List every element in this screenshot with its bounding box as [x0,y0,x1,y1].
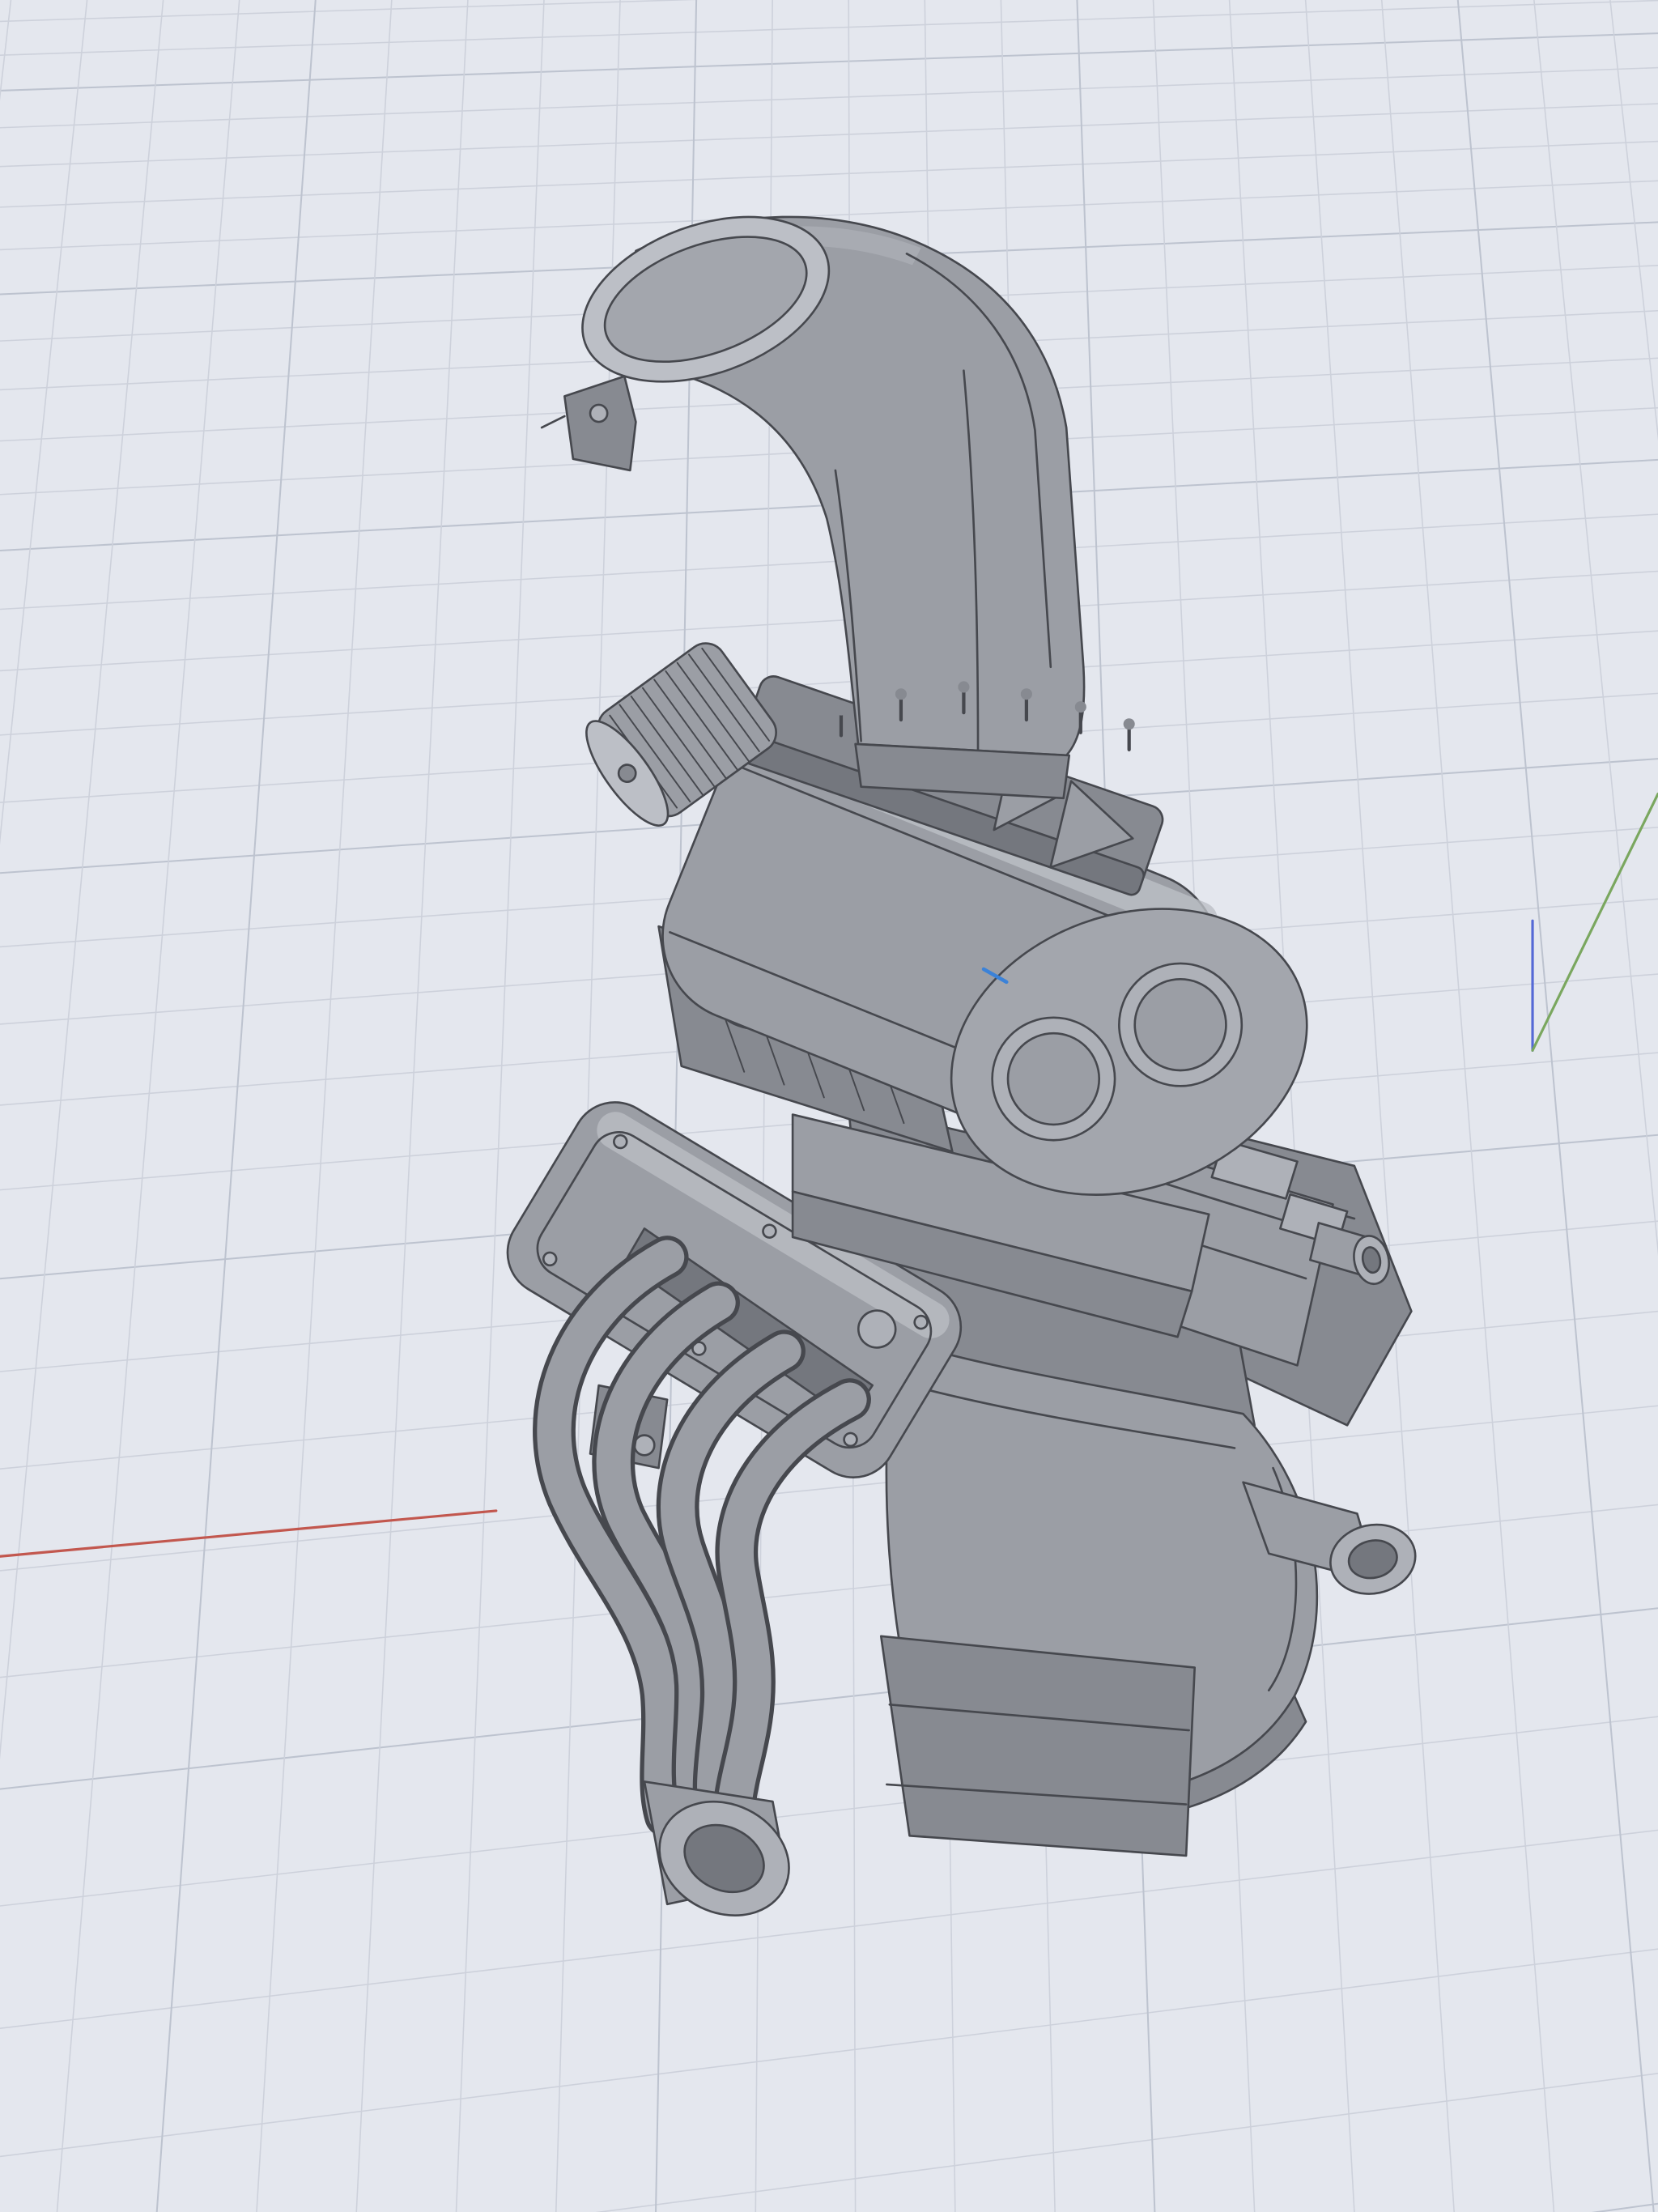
grid-line [0,0,164,2212]
oil-pan[interactable] [881,1636,1194,1856]
supercharger-port-inner [1135,979,1226,1070]
grid-line [457,0,544,2212]
grid-line [0,2204,1658,2212]
grid-line [0,1608,1658,1789]
grid-line [1306,0,1455,2212]
grid-line [1382,0,1554,2212]
grid-line [0,1,1658,56]
clamp-tail [542,416,564,428]
grid-line [0,2074,1658,2212]
scoop-clamp[interactable] [564,376,636,470]
3d-viewport[interactable] [0,0,1658,2212]
grid-line [0,0,11,2212]
grid-line [157,0,316,2212]
grid-line [0,33,1658,91]
grid-line [57,0,239,2212]
grid-line [0,104,1658,167]
grid-line [0,1716,1658,1906]
grid-line [0,1949,1658,2156]
x-axis-line [0,1511,496,1556]
grid-line [0,1830,1658,2028]
grid-line [0,1504,1658,1677]
grid-line [0,0,1658,21]
grid-line [257,0,392,2212]
grid-line [0,68,1658,128]
grid-line [1610,0,1658,2212]
grid-line [356,0,468,2212]
bracket-bolt [635,1436,655,1456]
supercharger-port-inner [1008,1033,1099,1125]
scene-canvas[interactable] [0,0,1658,2212]
engine-model[interactable] [491,185,1422,1936]
grid-line [1534,0,1658,2212]
grid-line [1458,0,1654,2212]
grid-line [0,142,1658,207]
clamp-bolt [590,405,607,422]
grid-line [0,572,1658,671]
grid-line [0,0,87,2212]
